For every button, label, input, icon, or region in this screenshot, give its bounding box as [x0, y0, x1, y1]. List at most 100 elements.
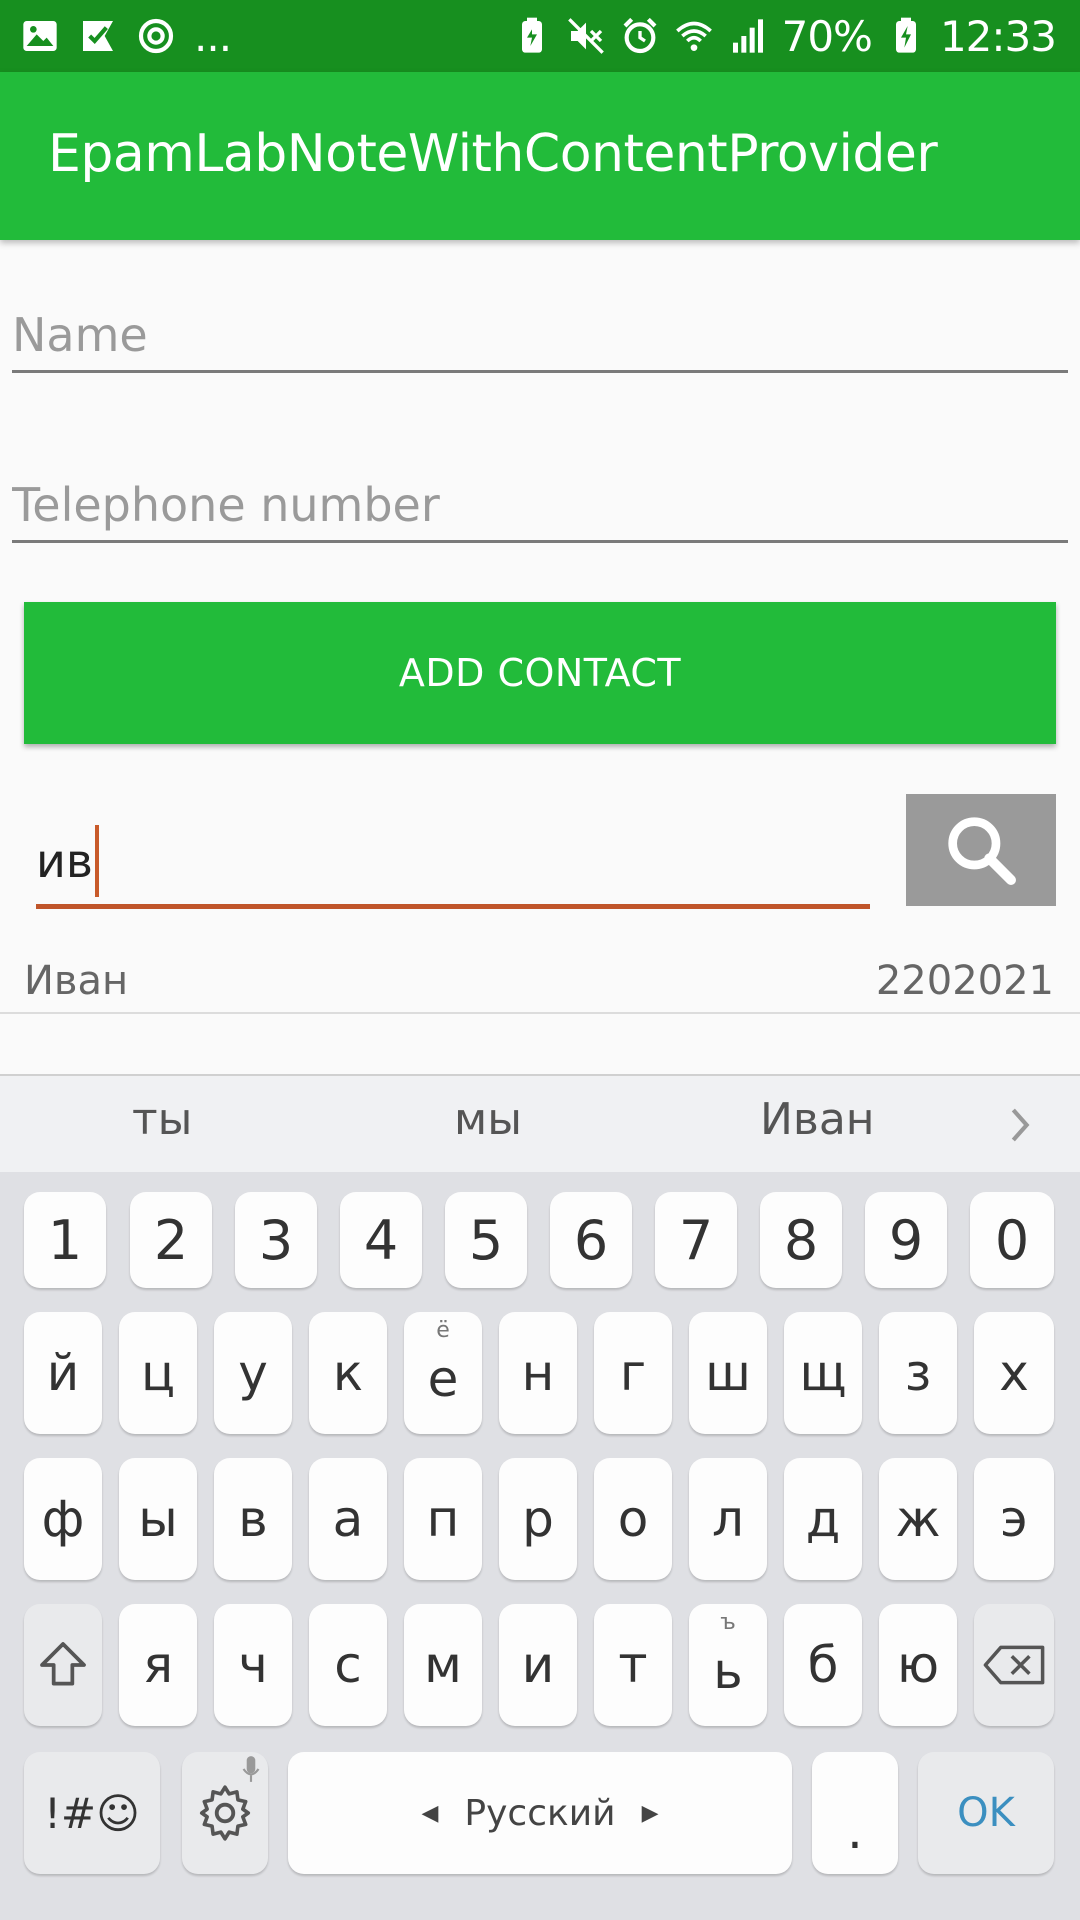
battery-charging-icon — [886, 16, 926, 56]
key-у[interactable]: у — [214, 1312, 292, 1434]
key-л[interactable]: л — [689, 1458, 767, 1580]
keyboard: ты мы Иван 1 2 3 4 5 6 7 8 9 0 й ц у к ё… — [0, 1074, 1080, 1920]
settings-key[interactable] — [182, 1752, 268, 1874]
symbols-key[interactable]: !#☺ — [24, 1752, 160, 1874]
ok-key[interactable]: OK — [918, 1752, 1054, 1874]
key-н[interactable]: н — [499, 1312, 577, 1434]
key-1[interactable]: 1 — [24, 1192, 106, 1288]
battery-percent: 70% — [781, 11, 873, 61]
status-bar: ... 70% 12:33 — [0, 0, 1080, 72]
contact-phone: 2202021 — [875, 958, 1054, 1004]
key-о[interactable]: о — [594, 1458, 672, 1580]
key-7[interactable]: 7 — [655, 1192, 737, 1288]
key-я[interactable]: я — [119, 1604, 197, 1726]
suggestion-bar: ты мы Иван — [0, 1074, 1080, 1172]
app-bar: EpamLabNoteWithContentProvider — [0, 72, 1080, 240]
key-й[interactable]: й — [24, 1312, 102, 1434]
key-и[interactable]: и — [499, 1604, 577, 1726]
add-contact-button[interactable]: ADD CONTACT — [24, 602, 1056, 744]
sync-icon — [136, 16, 176, 56]
name-underline — [12, 370, 1068, 373]
backspace-icon — [983, 1645, 1045, 1685]
key-р[interactable]: р — [499, 1458, 577, 1580]
key-щ[interactable]: щ — [784, 1312, 862, 1434]
text-cursor — [95, 825, 100, 897]
telephone-underline — [12, 540, 1068, 543]
key-2[interactable]: 2 — [130, 1192, 212, 1288]
key-9[interactable]: 9 — [865, 1192, 947, 1288]
search-icon — [948, 817, 1016, 885]
key-8[interactable]: 8 — [760, 1192, 842, 1288]
key-5[interactable]: 5 — [445, 1192, 527, 1288]
more-notifications: ... — [194, 11, 232, 61]
key-0[interactable]: 0 — [970, 1192, 1054, 1288]
key-б[interactable]: б — [784, 1604, 862, 1726]
telephone-input[interactable] — [12, 470, 1068, 540]
key-е[interactable]: ё е — [404, 1312, 482, 1434]
key-ч[interactable]: ч — [214, 1604, 292, 1726]
key-ц[interactable]: ц — [119, 1312, 197, 1434]
key-ж[interactable]: ж — [879, 1458, 957, 1580]
alarm-icon — [620, 16, 660, 56]
key-ш[interactable]: ш — [689, 1312, 767, 1434]
name-input[interactable] — [12, 300, 1068, 370]
signal-icon — [728, 16, 768, 56]
key-з[interactable]: з — [879, 1312, 957, 1434]
chevron-right-icon: ▶ — [641, 1800, 659, 1826]
space-key-label: Русский — [464, 1792, 616, 1834]
telephone-field[interactable] — [12, 470, 1068, 543]
period-key-label: . — [847, 1802, 863, 1860]
period-key[interactable]: . — [812, 1752, 898, 1874]
search-button[interactable] — [906, 794, 1056, 906]
chevron-right-icon[interactable] — [1000, 1100, 1040, 1150]
microphone-icon — [242, 1756, 260, 1782]
battery-saver-icon — [512, 16, 552, 56]
gallery-icon — [20, 16, 60, 56]
key-м[interactable]: м — [404, 1604, 482, 1726]
key-э[interactable]: э — [974, 1458, 1054, 1580]
key-т[interactable]: т — [594, 1604, 672, 1726]
key-к[interactable]: к — [309, 1312, 387, 1434]
clock: 12:33 — [939, 11, 1057, 61]
key-ю[interactable]: ю — [879, 1604, 957, 1726]
chevron-left-icon: ◀ — [421, 1800, 439, 1826]
search-input[interactable]: ив — [36, 825, 870, 897]
search-input-text: ив — [36, 834, 94, 888]
suggestion-3[interactable]: Иван — [760, 1094, 875, 1145]
app-title: EpamLabNoteWithContentProvider — [48, 124, 938, 184]
shift-key[interactable] — [24, 1604, 102, 1726]
suggestion-2[interactable]: мы — [454, 1094, 522, 1145]
backspace-key[interactable] — [974, 1604, 1054, 1726]
key-г[interactable]: г — [594, 1312, 672, 1434]
task-check-icon — [78, 16, 118, 56]
key-а[interactable]: а — [309, 1458, 387, 1580]
status-bar-system: 70% 12:33 — [512, 10, 1057, 62]
shift-icon — [40, 1642, 86, 1686]
gear-icon — [199, 1785, 251, 1841]
key-6[interactable]: 6 — [550, 1192, 632, 1288]
wifi-icon — [674, 16, 714, 56]
status-bar-notifications: ... — [20, 11, 232, 61]
key-е-label: е — [427, 1350, 459, 1408]
key-ь-label: ь — [713, 1642, 743, 1700]
contact-name: Иван — [24, 958, 129, 1004]
key-х[interactable]: х — [974, 1312, 1054, 1434]
key-в[interactable]: в — [214, 1458, 292, 1580]
key-е-hint: ё — [436, 1318, 450, 1343]
list-item[interactable]: Иван 2202021 — [0, 950, 1080, 1014]
mute-icon — [566, 16, 606, 56]
key-3[interactable]: 3 — [235, 1192, 317, 1288]
key-ь-hint: ъ — [720, 1610, 736, 1635]
key-ь[interactable]: ъ ь — [689, 1604, 767, 1726]
key-ф[interactable]: ф — [24, 1458, 102, 1580]
search-underline — [36, 904, 870, 909]
space-key[interactable]: ◀ Русский ▶ — [288, 1752, 792, 1874]
key-ы[interactable]: ы — [119, 1458, 197, 1580]
key-п[interactable]: п — [404, 1458, 482, 1580]
key-с[interactable]: с — [309, 1604, 387, 1726]
suggestion-1[interactable]: ты — [132, 1094, 192, 1145]
search-field[interactable]: ив — [36, 825, 870, 909]
key-д[interactable]: д — [784, 1458, 862, 1580]
name-field[interactable] — [12, 300, 1068, 373]
key-4[interactable]: 4 — [340, 1192, 422, 1288]
